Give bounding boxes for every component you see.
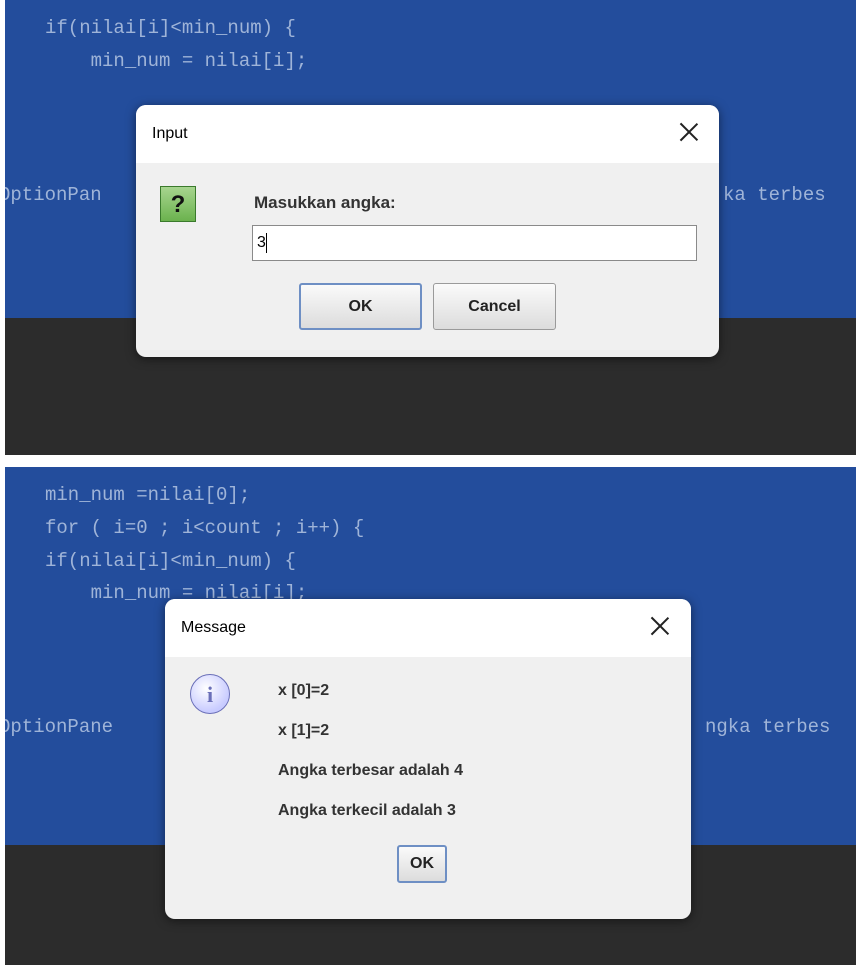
text-caret [265, 232, 267, 253]
code-fragment-right: ngka terbes [705, 716, 831, 738]
top-screenshot: if(nilai[i]<min_num) { min_num = nilai[i… [5, 0, 856, 455]
input-dialog: Input ? Masukkan angka: 3 OK Cancel [136, 105, 719, 357]
dialog-titlebar: Message [165, 599, 691, 657]
message-dialog: Message i x [0]=2 x [1]=2 Angka terbesar… [165, 599, 691, 919]
code-fragment-left: OptionPan [5, 184, 102, 206]
question-icon: ? [160, 186, 196, 222]
message-line: x [1]=2 [278, 722, 330, 739]
info-icon: i [190, 674, 230, 714]
dialog-title: Message [181, 619, 246, 636]
screenshot-separator [0, 455, 856, 467]
cancel-button[interactable]: Cancel [433, 283, 556, 330]
code-fragment-left: OptionPane [5, 716, 114, 738]
code-fragment-right: ka terbes [723, 184, 826, 206]
code-line: min_num =nilai[0]; [45, 484, 251, 506]
input-value: 3 [257, 234, 266, 251]
code-line: min_num = nilai[i]; [45, 50, 308, 72]
bottom-screenshot: min_num =nilai[0]; for ( i=0 ; i<count ;… [5, 467, 856, 965]
code-line: if(nilai[i]<min_num) { [45, 17, 296, 39]
message-line: Angka terkecil adalah 3 [278, 802, 456, 819]
close-icon[interactable] [647, 613, 673, 639]
dialog-titlebar: Input [136, 105, 719, 163]
message-line: x [0]=2 [278, 682, 330, 699]
code-line: for ( i=0 ; i<count ; i++) { [45, 517, 365, 539]
message-line: Angka terbesar adalah 4 [278, 762, 463, 779]
close-icon[interactable] [676, 119, 702, 145]
ok-button[interactable]: OK [397, 845, 447, 883]
dialog-title: Input [152, 125, 188, 142]
prompt-label: Masukkan angka: [254, 193, 396, 212]
code-line: if(nilai[i]<min_num) { [45, 550, 296, 572]
ok-button[interactable]: OK [299, 283, 422, 330]
number-input[interactable]: 3 [252, 225, 697, 261]
